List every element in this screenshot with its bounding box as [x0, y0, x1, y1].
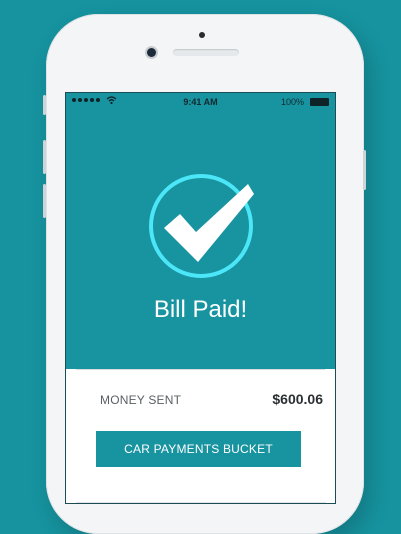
- money-sent-label: MONEY SENT: [100, 393, 182, 407]
- battery-percent: 100%: [280, 97, 304, 107]
- status-bar: 9:41 AM 100%: [66, 93, 335, 111]
- car-payments-bucket-button[interactable]: CAR PAYMENTS BUCKET: [96, 431, 301, 467]
- money-sent-row: MONEY SENT $600.06: [76, 369, 325, 431]
- power-button: [363, 150, 366, 190]
- battery-icon: [310, 98, 329, 106]
- app-screen: 9:41 AM 100% Bill Paid! MONEY SENT $600.…: [65, 92, 336, 504]
- checkmark-icon: [164, 184, 254, 262]
- mute-switch: [43, 95, 46, 115]
- volume-down-button: [43, 184, 46, 218]
- confirmation-title: Bill Paid!: [153, 296, 248, 323]
- front-camera: [147, 48, 156, 57]
- money-sent-amount: $600.06: [272, 391, 323, 407]
- payment-card: MONEY SENT $600.06 CAR PAYMENTS BUCKET: [66, 369, 335, 503]
- earpiece-speaker: [173, 49, 239, 56]
- volume-up-button: [43, 140, 46, 174]
- divider: [76, 502, 326, 503]
- sensor-dot: [199, 32, 205, 38]
